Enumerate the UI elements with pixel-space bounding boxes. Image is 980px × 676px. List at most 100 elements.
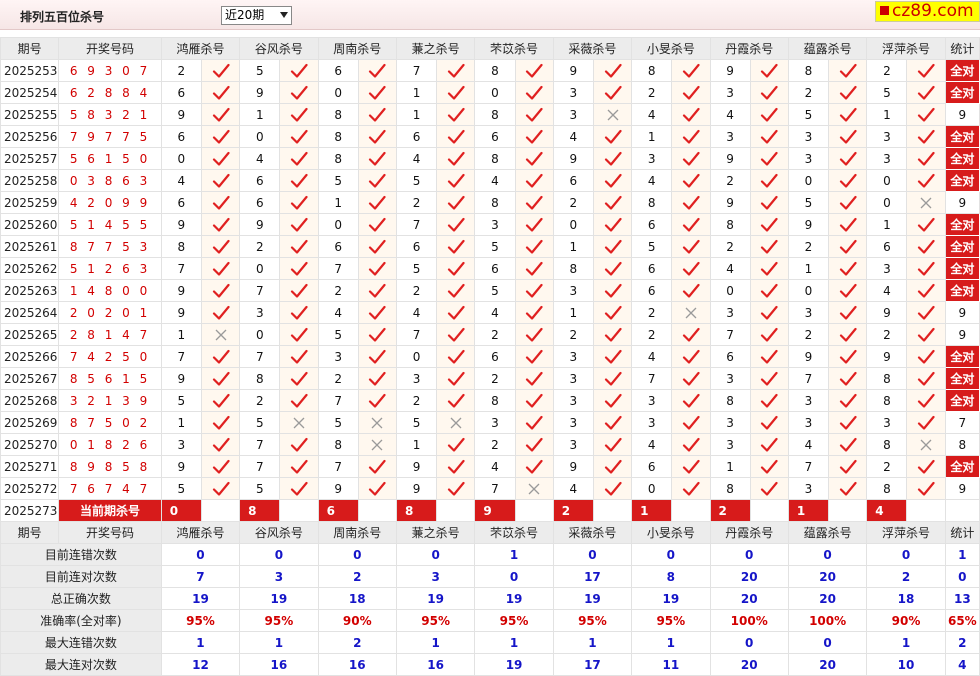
draw-number-cell: 8 7 7 5 3 (58, 235, 162, 258)
result-mark-cell (906, 477, 946, 500)
period-cell: 2025272 (0, 477, 60, 500)
draw-number-cell: 8 9 8 5 8 (58, 455, 162, 478)
kill-number-cell: 0 (866, 191, 908, 214)
kill-number-cell: 9 (160, 367, 202, 390)
kill-number-cell: 9 (552, 147, 594, 170)
period-cell: 2025263 (0, 279, 60, 302)
current-kill-gap (357, 499, 397, 522)
kill-number-cell: 8 (317, 147, 359, 170)
result-mark-cell (906, 257, 946, 280)
result-mark-cell (749, 213, 789, 236)
kill-number-cell: 7 (239, 433, 281, 456)
check-icon (673, 481, 709, 497)
check-icon (830, 261, 866, 277)
stat-cell: 全对 (944, 257, 980, 280)
check-icon (830, 129, 866, 145)
kill-number-cell: 6 (160, 191, 202, 214)
table-row: 2025261 8 7 7 5 3 8 2 6 6 5 1 5 2 2 6 全对 (0, 235, 980, 258)
kill-number-cell: 8 (552, 257, 594, 280)
check-icon (751, 305, 787, 321)
current-kill-number: 9 (474, 499, 516, 522)
check-icon (438, 349, 474, 365)
result-mark-cell (200, 147, 241, 170)
check-icon (202, 173, 238, 189)
summary-value: 19 (552, 587, 633, 610)
kill-number-cell: 1 (317, 191, 359, 214)
kill-number-cell: 2 (787, 81, 830, 104)
check-icon (281, 173, 317, 189)
summary-label: 目前连对次数 (0, 565, 162, 588)
summary-value: 16 (239, 653, 319, 676)
header-expert: 浮萍杀号 (866, 37, 946, 60)
result-mark-cell (592, 59, 633, 82)
kill-number-cell: 8 (474, 191, 516, 214)
summary-label: 目前连错次数 (0, 543, 162, 566)
check-icon (908, 261, 944, 277)
summary-value: 19 (474, 587, 554, 610)
table-row: 2025270 0 1 8 2 637812343488 (0, 433, 980, 456)
header-expert: 周南杀号 (317, 521, 397, 544)
summary-value: 0 (709, 543, 789, 566)
check-icon (438, 217, 474, 233)
site-logo[interactable]: cz89.com (875, 1, 980, 22)
result-mark-cell (671, 213, 711, 236)
current-kill-number: 4 (866, 499, 908, 522)
check-icon (594, 393, 630, 409)
period-cell: 2025256 (0, 125, 60, 148)
check-icon (202, 349, 238, 365)
check-icon (516, 63, 552, 79)
stat-cell: 全对 (944, 367, 980, 390)
period-range-select[interactable]: 近20期 (221, 6, 292, 25)
kill-number-cell: 3 (474, 411, 516, 434)
draw-number-cell: 2 0 2 0 1 (58, 301, 162, 324)
check-icon (830, 481, 866, 497)
result-mark-cell (200, 301, 241, 324)
check-icon (516, 217, 552, 233)
summary-value: 0 (709, 631, 789, 654)
stat-cell: 全对 (944, 389, 980, 412)
current-kill-gap (749, 499, 789, 522)
result-mark-cell (200, 257, 241, 280)
current-kill-gap (279, 499, 319, 522)
check-icon (438, 371, 474, 387)
kill-number-cell: 3 (631, 147, 673, 170)
period-cell: 2025266 (0, 345, 60, 368)
check-icon (908, 459, 944, 475)
current-kill-gap (828, 499, 868, 522)
kill-number-cell: 3 (631, 389, 673, 412)
result-mark-cell (592, 257, 633, 280)
summary-row: 最大连对次数 12 16 16 16 19 17 11 20 20 10 4 (0, 653, 980, 676)
result-mark-cell (357, 367, 397, 390)
check-icon (908, 305, 944, 321)
kill-number-cell: 3 (239, 301, 281, 324)
check-icon (202, 107, 238, 123)
result-mark-cell (671, 367, 711, 390)
table-header-row: 期号 开奖号码 鸿雁杀号 谷风杀号 周南杀号 蒹之杀号 芣苡杀号 采薇杀号 小旻杀号 丹霞杀号 蕴露… (0, 37, 980, 60)
check-icon (438, 437, 474, 453)
summary-value: 13 (944, 587, 980, 610)
kill-number-cell: 9 (239, 81, 281, 104)
kill-number-cell: 7 (160, 345, 202, 368)
current-kill-number: 6 (317, 499, 359, 522)
check-icon (516, 349, 552, 365)
result-mark-cell (357, 169, 397, 192)
summary-value: 19 (631, 587, 711, 610)
kill-number-cell: 2 (395, 389, 438, 412)
check-icon (281, 195, 317, 211)
kill-number-cell: 5 (317, 323, 359, 346)
check-icon (830, 393, 866, 409)
kill-number-cell: 8 (866, 367, 908, 390)
result-mark-cell (279, 81, 319, 104)
kill-number-cell: 8 (631, 191, 673, 214)
chevron-down-icon[interactable] (280, 12, 288, 18)
summary-value: 1 (552, 631, 633, 654)
kill-number-cell: 3 (787, 301, 830, 324)
check-icon (359, 283, 395, 299)
result-mark-cell (906, 389, 946, 412)
result-mark-cell (671, 191, 711, 214)
kill-number-cell: 9 (160, 103, 202, 126)
check-icon (830, 327, 866, 343)
kill-number-cell: 3 (552, 389, 594, 412)
summary-value: 0 (239, 543, 319, 566)
result-mark-cell (671, 125, 711, 148)
